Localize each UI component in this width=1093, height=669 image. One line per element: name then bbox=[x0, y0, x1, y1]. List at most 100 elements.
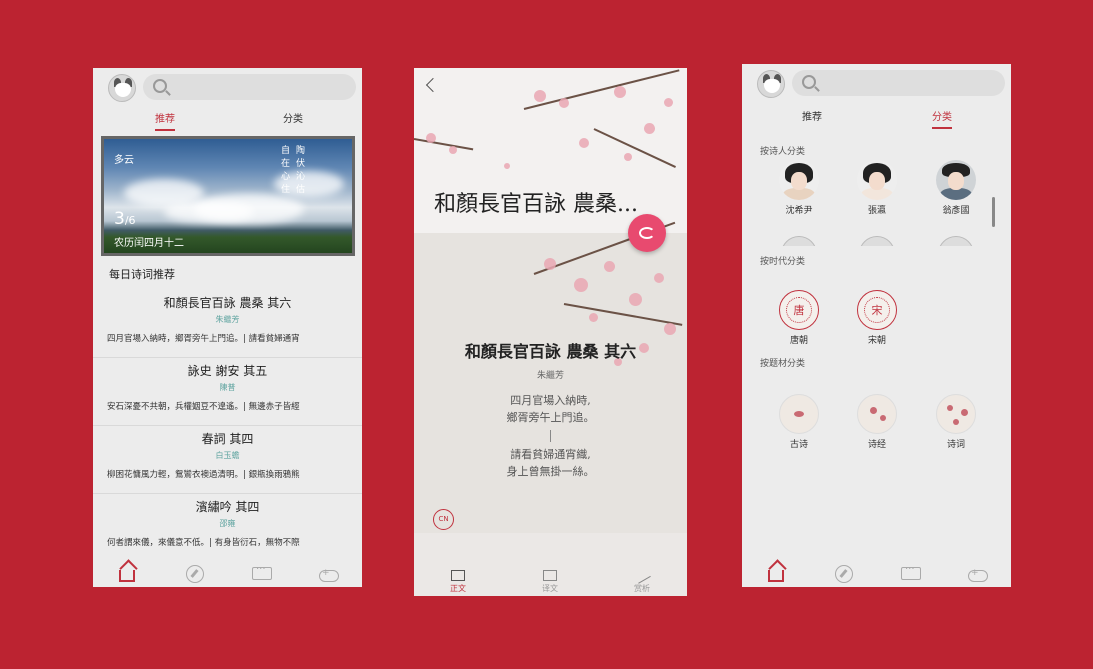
poet-item[interactable]: 沈希尹 bbox=[774, 160, 824, 216]
nav-game-button[interactable] bbox=[318, 563, 340, 585]
branch bbox=[563, 303, 683, 326]
tab-category[interactable]: 分类 bbox=[912, 108, 972, 129]
petal bbox=[589, 313, 598, 322]
nav-discover-button[interactable] bbox=[833, 563, 855, 585]
poet-name: 張瀛 bbox=[867, 206, 886, 216]
seal-character: 宋 bbox=[864, 297, 890, 323]
poem-char: 估 bbox=[295, 185, 305, 195]
topic-thumbnail bbox=[857, 394, 897, 434]
seal-character: 唐 bbox=[786, 297, 812, 323]
poet-portrait bbox=[936, 160, 976, 200]
poet-item[interactable]: 張瀛 bbox=[852, 160, 902, 216]
avatar-face bbox=[115, 83, 131, 97]
poet-list-overflow bbox=[742, 236, 1011, 246]
poem-char: 伏 bbox=[295, 159, 305, 169]
topic-item[interactable]: 诗经 bbox=[852, 394, 902, 450]
dynasty-name: 宋朝 bbox=[867, 336, 886, 346]
search-input[interactable] bbox=[792, 70, 1005, 96]
petal bbox=[604, 261, 615, 272]
poem-title: 濱繡吟 其四 bbox=[195, 500, 260, 514]
poem-excerpt: 安石深憂不共朝，兵權姻豆不遑遙。| 無邊赤子皆經 bbox=[107, 402, 300, 412]
poem-list-item[interactable]: 濱繡吟 其四 邵雍 何者謂來儀，來儀意不低。| 有身皆衍石，無物不際 bbox=[93, 494, 362, 562]
poem-excerpt: 四月官場入納時，鄉胥旁午上門追。| 請看貧婦通宵 bbox=[107, 334, 300, 344]
date-month: /6 bbox=[124, 214, 136, 227]
stanza-divider bbox=[550, 430, 551, 442]
home-icon bbox=[119, 570, 135, 582]
petal bbox=[629, 293, 642, 306]
poet-portrait bbox=[779, 160, 819, 200]
topic-mark bbox=[947, 405, 953, 411]
tab-recommend[interactable]: 推荐 bbox=[782, 108, 842, 123]
translation-icon bbox=[543, 570, 557, 581]
tab-appreciation[interactable]: 赏析 bbox=[617, 566, 667, 594]
topic-thumbnail bbox=[936, 394, 976, 434]
phone-category-screen: 推荐 分类 按诗人分类 沈希尹 張瀛 翁彥國 按时代分类 唐 唐朝 宋 宋朝 按… bbox=[742, 64, 1011, 587]
user-avatar[interactable] bbox=[108, 74, 136, 102]
compass-icon bbox=[835, 565, 853, 583]
poet-item[interactable]: 翁彥國 bbox=[931, 160, 981, 216]
book-icon bbox=[451, 570, 465, 581]
dynasty-item[interactable]: 宋 宋朝 bbox=[852, 290, 902, 346]
topic-item[interactable]: 古诗 bbox=[774, 394, 824, 450]
gamepad-icon bbox=[968, 568, 988, 582]
portrait-face bbox=[791, 172, 807, 190]
search-input[interactable] bbox=[143, 74, 356, 100]
topic-name: 古诗 bbox=[789, 440, 808, 450]
avatar-face bbox=[764, 79, 780, 93]
poet-portrait bbox=[859, 236, 895, 246]
nav-discover-button[interactable] bbox=[184, 563, 206, 585]
nav-chat-button[interactable] bbox=[900, 563, 922, 585]
daily-poem-heading: 每日诗词推荐 bbox=[109, 268, 175, 281]
top-bar bbox=[742, 64, 1011, 104]
poem-line: 請看貧婦通宵織, bbox=[510, 448, 591, 461]
poem-char: 陶 bbox=[295, 146, 305, 156]
weather-condition: 多云 bbox=[114, 155, 134, 166]
phone-poem-detail-screen: 和顏長官百詠 農桑... 和顏長官百詠 農桑 其六 朱繼芳 四月官場入納時, 鄉… bbox=[414, 68, 687, 596]
tab-translation[interactable]: 译文 bbox=[525, 566, 575, 594]
tab-label: 译文 bbox=[542, 584, 558, 593]
nav-home-button[interactable] bbox=[765, 563, 787, 585]
petal bbox=[579, 138, 589, 148]
cloud bbox=[164, 201, 254, 223]
home-icon bbox=[768, 570, 784, 582]
poem-list-item[interactable]: 和顏長官百詠 農桑 其六 朱繼芳 四月官場入納時，鄉胥旁午上門追。| 請看貧婦通… bbox=[93, 290, 362, 358]
poem-char: 沁 bbox=[295, 172, 305, 182]
petal bbox=[644, 123, 655, 134]
nav-home-button[interactable] bbox=[116, 563, 138, 585]
poem-author: 朱繼芳 bbox=[536, 371, 564, 381]
dynasty-item[interactable]: 唐 唐朝 bbox=[774, 290, 824, 346]
language-toggle-button[interactable]: CN bbox=[433, 509, 454, 530]
top-bar bbox=[93, 68, 362, 108]
poem-excerpt: 柳困花慵風力輕，鴛鸞衣襖過清明。| 銀瓶換雨鴉熊 bbox=[107, 470, 300, 480]
poem-list-item[interactable]: 春詞 其四 白玉蟾 柳困花慵風力輕，鴛鸞衣襖過清明。| 銀瓶換雨鴉熊 bbox=[93, 426, 362, 494]
poem-list-item[interactable]: 詠史 謝安 其五 陳普 安石深憂不共朝，兵權姻豆不遑遙。| 無邊赤子皆經 bbox=[93, 358, 362, 426]
tab-original-text[interactable]: 正文 bbox=[433, 566, 483, 594]
user-avatar[interactable] bbox=[757, 70, 785, 98]
poet-name: 沈希尹 bbox=[785, 206, 813, 216]
section-by-topic: 按题材分类 bbox=[760, 359, 806, 369]
poem-title: 和顏長官百詠 農桑 其六 bbox=[163, 296, 292, 310]
petal bbox=[504, 163, 510, 169]
refresh-icon bbox=[639, 227, 655, 239]
header-title: 和顏長官百詠 農桑... bbox=[434, 192, 638, 217]
nav-game-button[interactable] bbox=[967, 563, 989, 585]
chat-icon bbox=[252, 564, 272, 580]
search-icon bbox=[153, 79, 167, 93]
nav-chat-button[interactable] bbox=[251, 563, 273, 585]
poet-list-scrollbar[interactable] bbox=[992, 197, 995, 227]
compass-icon bbox=[186, 565, 204, 583]
poem-line: 身上曾無掛一絲。 bbox=[506, 465, 595, 478]
weather-card[interactable]: 多云 自 陶 在 伏 心 沁 住 估 3/6 农历闰四月十二 bbox=[101, 136, 355, 256]
edit-icon bbox=[633, 567, 651, 584]
switch-script-button[interactable] bbox=[628, 214, 666, 252]
dynasty-seal: 唐 bbox=[779, 290, 819, 330]
poet-portrait bbox=[938, 236, 974, 246]
topic-item[interactable]: 诗词 bbox=[931, 394, 981, 450]
poem-line: 鄉胥旁午上門追。 bbox=[506, 411, 595, 424]
petal bbox=[664, 323, 676, 335]
tab-category[interactable]: 分类 bbox=[263, 110, 323, 125]
topic-mark bbox=[961, 409, 968, 416]
portrait-face bbox=[948, 172, 964, 190]
petal bbox=[614, 86, 626, 98]
tab-recommend[interactable]: 推荐 bbox=[135, 110, 195, 131]
